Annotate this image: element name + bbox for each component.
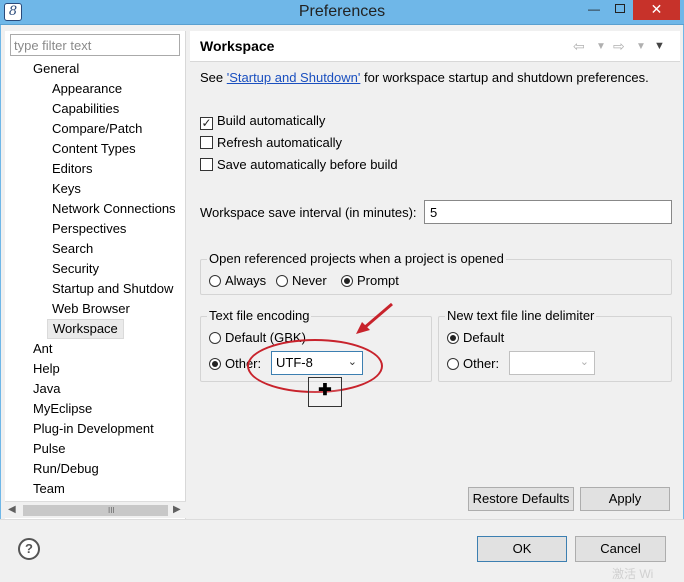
tree-item-team[interactable]: Team <box>33 479 65 499</box>
build-automatically-option[interactable]: ✓ Build automatically <box>200 112 325 130</box>
page-header: Workspace ⇦ ▼ ⇨ ▼ ▼ <box>190 31 680 61</box>
delimiter-other-label: Other: <box>463 356 500 371</box>
apply-button[interactable]: Apply <box>580 487 670 511</box>
tree-item-compare-patch[interactable]: Compare/Patch <box>52 119 142 139</box>
forward-arrow-icon[interactable]: ⇨ <box>613 38 625 55</box>
open-always-label: Always <box>225 273 267 288</box>
maximize-button[interactable] <box>607 0 633 20</box>
close-button[interactable]: ✕ <box>633 0 680 20</box>
back-dropdown-icon[interactable]: ▼ <box>596 41 606 52</box>
delimiter-select[interactable]: ⌄ <box>509 351 595 375</box>
line-delimiter-group: New text file line delimiter Default Oth… <box>438 308 672 382</box>
tree-item-startup-and-shutdow[interactable]: Startup and Shutdow <box>52 279 173 299</box>
delimiter-other-option[interactable]: Other: <box>447 355 499 373</box>
open-prompt-option[interactable]: Prompt <box>341 272 399 290</box>
save-interval-label: Workspace save interval (in minutes): <box>200 205 417 220</box>
save-automatically-label: Save automatically before build <box>217 157 398 172</box>
page-title: Workspace <box>200 38 275 54</box>
startup-info-text: See 'Startup and Shutdown' for workspace… <box>200 70 649 85</box>
text-encoding-title: Text file encoding <box>207 308 312 323</box>
preference-tree-panel: GeneralAppearanceCapabilitiesCompare/Pat… <box>5 31 186 519</box>
tree-item-java[interactable]: Java <box>33 379 60 399</box>
restore-defaults-button[interactable]: Restore Defaults <box>468 487 574 511</box>
save-automatically-checkbox[interactable] <box>200 158 213 171</box>
maximize-icon <box>615 4 625 13</box>
refresh-automatically-label: Refresh automatically <box>217 135 342 150</box>
tree-item-myeclipse[interactable]: MyEclipse <box>33 399 92 419</box>
startup-shutdown-link[interactable]: 'Startup and Shutdown' <box>227 70 361 85</box>
watermark: 激活 Wi <box>612 567 654 581</box>
open-never-option[interactable]: Never <box>276 272 327 290</box>
tree-item-search[interactable]: Search <box>52 239 93 259</box>
open-never-label: Never <box>292 273 327 288</box>
tree-item-editors[interactable]: Editors <box>52 159 92 179</box>
open-always-radio[interactable] <box>209 275 221 287</box>
workspace-page: See 'Startup and Shutdown' for workspace… <box>190 61 680 519</box>
open-prompt-label: Prompt <box>357 273 399 288</box>
view-menu-icon[interactable]: ▼ <box>654 40 665 52</box>
encoding-other-radio[interactable] <box>209 358 221 370</box>
tree-item-perspectives[interactable]: Perspectives <box>52 219 126 239</box>
tree-item-appearance[interactable]: Appearance <box>52 79 122 99</box>
open-projects-title: Open referenced projects when a project … <box>207 251 506 266</box>
back-arrow-icon[interactable]: ⇦ <box>573 38 585 55</box>
scroll-left-icon[interactable]: ◀ <box>8 504 16 515</box>
minimize-button[interactable]: — <box>581 0 607 20</box>
title-bar: 8 Preferences — ✕ <box>0 0 684 25</box>
refresh-automatically-option[interactable]: Refresh automatically <box>200 134 342 152</box>
tree-item-keys[interactable]: Keys <box>52 179 81 199</box>
see-prefix: See <box>200 70 227 85</box>
open-never-radio[interactable] <box>276 275 288 287</box>
tree-horizontal-scrollbar[interactable]: ◀ III ▶ <box>5 501 186 518</box>
move-cursor-icon: ✚ <box>308 377 342 407</box>
tree-item-content-types[interactable]: Content Types <box>52 139 136 159</box>
tree-item-security[interactable]: Security <box>52 259 99 279</box>
scrollbar-thumb[interactable]: III <box>23 505 168 516</box>
cancel-button[interactable]: Cancel <box>575 536 666 562</box>
dialog-footer: ? OK Cancel <box>0 519 684 582</box>
scrollbar-grip-icon: III <box>108 506 115 515</box>
open-projects-group: Open referenced projects when a project … <box>200 251 672 295</box>
delimiter-other-radio[interactable] <box>447 358 459 370</box>
tree-item-web-browser[interactable]: Web Browser <box>52 299 130 319</box>
forward-dropdown-icon[interactable]: ▼ <box>636 41 646 52</box>
annotation-arrow-icon <box>356 302 393 334</box>
line-delimiter-title: New text file line delimiter <box>445 308 597 323</box>
see-suffix: for workspace startup and shutdown prefe… <box>360 70 649 85</box>
tree-item-ant[interactable]: Ant <box>33 339 53 359</box>
encoding-default-radio[interactable] <box>209 332 221 344</box>
save-interval-input[interactable] <box>424 200 672 224</box>
help-icon[interactable]: ? <box>18 538 40 560</box>
tree-item-run-debug[interactable]: Run/Debug <box>33 459 99 479</box>
scroll-right-icon[interactable]: ▶ <box>173 504 181 515</box>
tree-item-general[interactable]: General <box>33 59 79 79</box>
tree-item-help[interactable]: Help <box>33 359 60 379</box>
save-automatically-option[interactable]: Save automatically before build <box>200 156 398 174</box>
tree-item-pulse[interactable]: Pulse <box>33 439 66 459</box>
delimiter-default-option[interactable]: Default <box>447 329 504 347</box>
ok-button[interactable]: OK <box>477 536 567 562</box>
tree-item-network-connections[interactable]: Network Connections <box>52 199 176 219</box>
refresh-automatically-checkbox[interactable] <box>200 136 213 149</box>
build-automatically-checkbox[interactable]: ✓ <box>200 117 213 130</box>
delimiter-default-label: Default <box>463 330 505 345</box>
open-prompt-radio[interactable] <box>341 275 353 287</box>
delimiter-default-radio[interactable] <box>447 332 459 344</box>
tree-item-plug-in-development[interactable]: Plug-in Development <box>33 419 154 439</box>
chevron-down-icon: ⌄ <box>579 356 589 368</box>
filter-input[interactable] <box>10 34 180 56</box>
tree-item-workspace[interactable]: Workspace <box>47 319 124 339</box>
open-always-option[interactable]: Always <box>209 272 266 290</box>
build-automatically-label: Build automatically <box>217 113 326 128</box>
tree-item-capabilities[interactable]: Capabilities <box>52 99 119 119</box>
